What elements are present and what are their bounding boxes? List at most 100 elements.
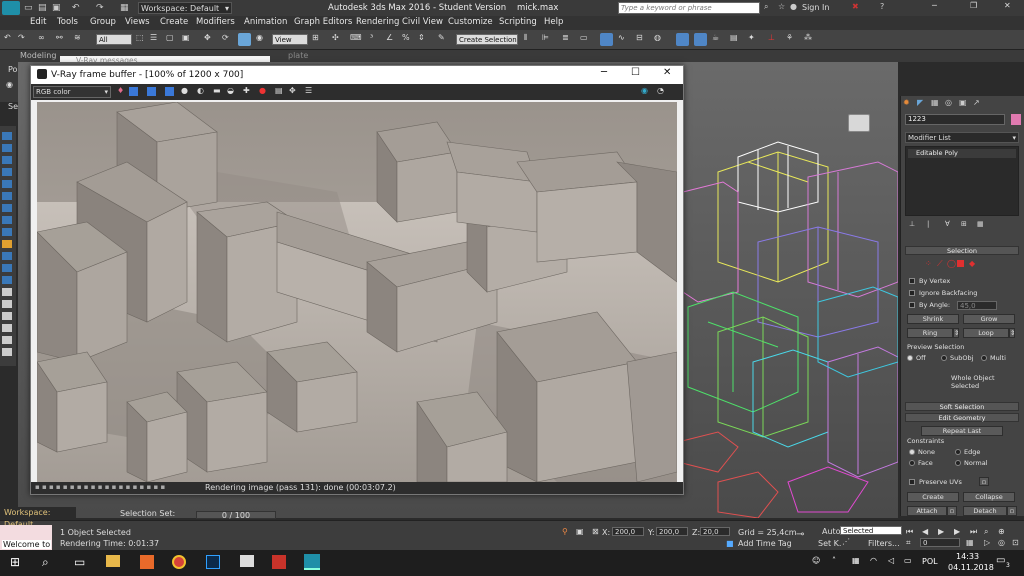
attach-button[interactable]: Attach [907, 506, 947, 516]
soft-selection-rollout-header[interactable]: Soft Selection [905, 402, 1019, 411]
file-manager-icon[interactable] [240, 555, 254, 567]
maxscript-listener[interactable]: Welcome to [0, 525, 52, 551]
menu-create[interactable]: Create [160, 17, 188, 27]
minimize-icon[interactable]: ─ [932, 1, 937, 10]
ring-spinner[interactable]: ⇕ [953, 328, 959, 338]
schematic-view-icon[interactable]: ⊟ [636, 33, 649, 46]
track-mouse-icon[interactable]: ✚ [243, 86, 250, 95]
tray-chevron-icon[interactable]: ˄ [832, 556, 836, 565]
repeat-last-button[interactable]: Repeat Last [921, 426, 1003, 436]
menu-civil-view[interactable]: Civil View [402, 17, 443, 27]
new-file-icon[interactable]: ▭ [24, 3, 33, 13]
bind-space-warp-icon[interactable]: ≋ [74, 33, 87, 46]
percent-snap-icon[interactable]: % [402, 33, 415, 46]
tool-chamfer-icon[interactable] [2, 288, 12, 296]
clock-date[interactable]: 04.11.2018 [948, 563, 994, 572]
isolate-icon[interactable]: ▣ [576, 527, 584, 536]
open-file-icon[interactable]: ▤ [38, 3, 47, 13]
window-crossing-icon[interactable]: ▣ [182, 33, 195, 46]
tool-weld-icon[interactable] [2, 216, 12, 224]
select-by-name-icon[interactable]: ☰ [150, 33, 163, 46]
autocad-icon[interactable] [272, 555, 286, 569]
vray-lights-icon[interactable]: ✦ [748, 33, 761, 46]
channel-dropdown[interactable]: RGB color ▾ [33, 86, 111, 98]
start-icon[interactable]: ⊞ [10, 555, 20, 569]
add-time-tag[interactable]: Add Time Tag [738, 539, 792, 548]
volume-icon[interactable]: ◁ [888, 556, 894, 565]
reference-coord-dropdown[interactable]: View [272, 34, 308, 45]
search-icon[interactable]: ⌕ [42, 555, 49, 570]
user-icon[interactable]: ● [790, 2, 797, 11]
place-icon[interactable]: ◉ [256, 33, 269, 46]
modifier-list-dropdown[interactable]: Modifier List ▾ [905, 132, 1019, 143]
menu-scripting[interactable]: Scripting [499, 17, 537, 27]
angle-snap-icon[interactable]: ∠ [386, 33, 399, 46]
tool-shrink-icon[interactable] [2, 204, 12, 212]
key-mode-icon[interactable]: ⋰ [842, 537, 850, 546]
green-channel-icon[interactable] [147, 87, 156, 96]
pivot-center-icon[interactable]: ⊞ [312, 33, 325, 46]
layer-explorer-icon[interactable]: ≣ [562, 33, 575, 46]
undo-icon[interactable]: ↶ [72, 3, 80, 13]
menu-edit[interactable]: Edit [30, 17, 46, 27]
blue-channel-icon[interactable] [165, 87, 174, 96]
select-move-icon[interactable]: ✥ [204, 33, 217, 46]
rect-selection-icon[interactable]: ▢ [166, 33, 179, 46]
tool-ring-icon[interactable] [2, 180, 12, 188]
zoom-extents-icon[interactable]: ⌕ [984, 527, 988, 537]
save-icon[interactable]: ▣ [52, 3, 61, 13]
time-slider[interactable]: 0 / 100 [196, 511, 276, 520]
save-icon[interactable]: ◐ [197, 86, 204, 95]
vray-tools-icon[interactable]: ⊥ [768, 33, 781, 46]
battery-icon[interactable]: ▭ [904, 556, 912, 565]
close-icon[interactable]: ✕ [1004, 1, 1011, 10]
vfb-status-icons[interactable]: ▪ ▪ ▪ ▪ ▪ ▪ ▪ ▪ ▪ ▪ ▪ ▪ ▪ ▪ ▪ ▪ ▪ ▪ ▪ [35, 483, 165, 491]
object-color-swatch[interactable] [1011, 114, 1021, 125]
file-explorer-icon[interactable] [106, 555, 120, 567]
snaps-toggle-icon[interactable]: ³ [370, 33, 383, 46]
collapse-button[interactable]: Collapse [963, 492, 1015, 502]
orbit-icon[interactable]: ◎ [998, 538, 1005, 547]
network-icon[interactable]: ▦ [852, 556, 860, 565]
create-tab-icon[interactable]: ✹ [903, 98, 910, 107]
notifications-icon[interactable]: ▭ [996, 555, 1005, 566]
goto-start-icon[interactable]: ⏮ [906, 527, 913, 537]
select-manipulate-icon[interactable]: ✣ [332, 33, 345, 46]
menu-tools[interactable]: Tools [57, 17, 78, 27]
selection-rollout-header[interactable]: Selection [905, 246, 1019, 255]
tool-edge-icon[interactable] [2, 228, 12, 236]
project-folder-icon[interactable]: ▦ [120, 3, 129, 13]
by-vertex-checkbox[interactable] [909, 278, 915, 284]
border-level-icon[interactable]: ◯ [947, 259, 956, 268]
shrink-button[interactable]: Shrink [907, 314, 959, 324]
modify-tab-icon[interactable]: ◤ [917, 98, 923, 107]
vfb-history-icon[interactable]: ◉ [641, 86, 648, 95]
create-button[interactable]: Create [907, 492, 959, 502]
preview-off-radio[interactable] [907, 355, 913, 361]
select-object-icon[interactable]: ⬚ [136, 33, 149, 46]
link-icon[interactable]: ∞ [38, 33, 51, 46]
constraint-face-radio[interactable] [909, 460, 915, 466]
tool-select-icon[interactable] [2, 132, 12, 140]
sign-in-link[interactable]: Sign In [802, 3, 829, 12]
loop-button[interactable]: Loop [963, 328, 1009, 338]
select-scale-icon[interactable] [238, 33, 251, 46]
motion-tab-icon[interactable]: ◎ [945, 98, 952, 107]
task-view-icon[interactable]: ▭ [74, 555, 85, 569]
redo-icon[interactable]: ↷ [18, 33, 31, 46]
make-unique-icon[interactable]: ∀ [945, 220, 950, 228]
search-icon[interactable]: ⌕ [764, 2, 768, 12]
rendered-frame-window-icon[interactable] [694, 33, 707, 46]
polygon-level-icon[interactable] [957, 260, 964, 267]
keyboard-shortcut-icon[interactable]: ⌨ [350, 33, 363, 46]
tool-element-icon[interactable] [2, 264, 12, 272]
vfb-close-icon[interactable]: ✕ [663, 67, 671, 78]
clock-time[interactable]: 14:33 [956, 552, 979, 561]
maximize-viewport-icon[interactable]: ⊡ [1012, 538, 1019, 547]
auto-key-button[interactable]: Auto [822, 527, 841, 536]
filters-button[interactable]: Filters... [868, 539, 900, 548]
redo-icon[interactable]: ↷ [96, 3, 104, 13]
hierarchy-tab-icon[interactable]: ▦ [931, 98, 939, 107]
display-tab-icon[interactable]: ▣ [959, 98, 967, 107]
set-key-button[interactable]: Set K. [818, 539, 841, 548]
